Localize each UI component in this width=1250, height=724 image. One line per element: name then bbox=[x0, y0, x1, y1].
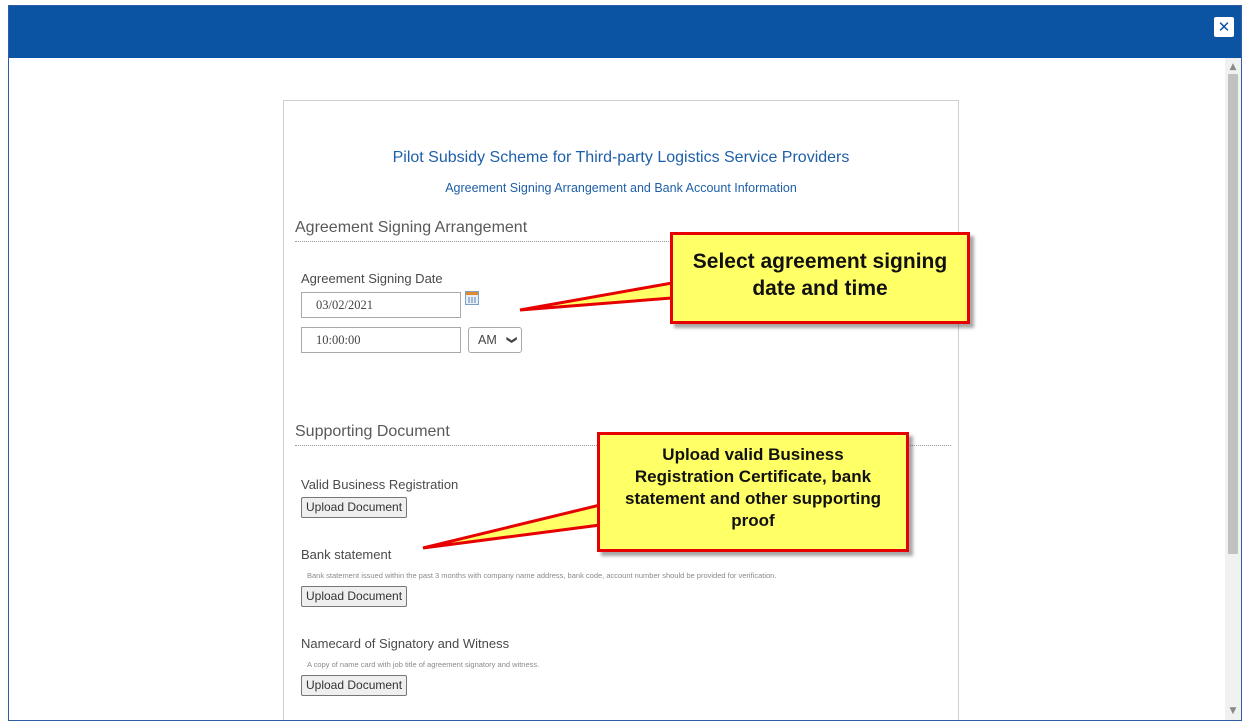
form-subtitle: Agreement Signing Arrangement and Bank A… bbox=[445, 181, 797, 195]
form-title: Pilot Subsidy Scheme for Third-party Log… bbox=[392, 149, 850, 166]
doc-hint-bank-statement: Bank statement issued within the past 3 … bbox=[307, 571, 777, 580]
scroll-down-icon[interactable]: ▼ bbox=[1225, 704, 1241, 718]
doc-label-bank-statement: Bank statement bbox=[301, 547, 392, 562]
callout-documents: Upload valid Business Registration Certi… bbox=[597, 432, 909, 552]
scroll-thumb[interactable] bbox=[1228, 74, 1238, 554]
doc-hint-namecard: A copy of name card with job title of ag… bbox=[307, 660, 540, 669]
ampm-select[interactable]: AM ❯ bbox=[468, 327, 522, 353]
vertical-scrollbar[interactable]: ▲ ▼ bbox=[1225, 58, 1241, 720]
upload-business-registration-button[interactable]: Upload Document bbox=[301, 497, 408, 518]
calendar-icon[interactable] bbox=[465, 291, 479, 305]
modal-titlebar: ✕ bbox=[9, 6, 1241, 58]
close-icon[interactable]: ✕ bbox=[1214, 17, 1234, 37]
signing-date-label: Agreement Signing Date bbox=[301, 271, 443, 286]
upload-bank-statement-button[interactable]: Upload Document bbox=[301, 586, 408, 607]
modal-window: ✕ ▲ ▼ Pilot Subsidy Scheme for Third-par… bbox=[8, 5, 1242, 721]
ampm-value: AM bbox=[478, 333, 497, 347]
doc-label-namecard: Namecard of Signatory and Witness bbox=[301, 636, 510, 651]
doc-label-business-registration: Valid Business Registration bbox=[301, 477, 459, 492]
form-card: Pilot Subsidy Scheme for Third-party Log… bbox=[283, 100, 959, 720]
signing-date-input[interactable] bbox=[301, 292, 461, 318]
chevron-down-icon: ❯ bbox=[505, 335, 517, 345]
signing-time-input[interactable] bbox=[301, 327, 461, 353]
scroll-up-icon[interactable]: ▲ bbox=[1225, 60, 1241, 74]
upload-namecard-button[interactable]: Upload Document bbox=[301, 675, 408, 696]
callout-date-time: Select agreement signing date and time bbox=[670, 232, 970, 324]
